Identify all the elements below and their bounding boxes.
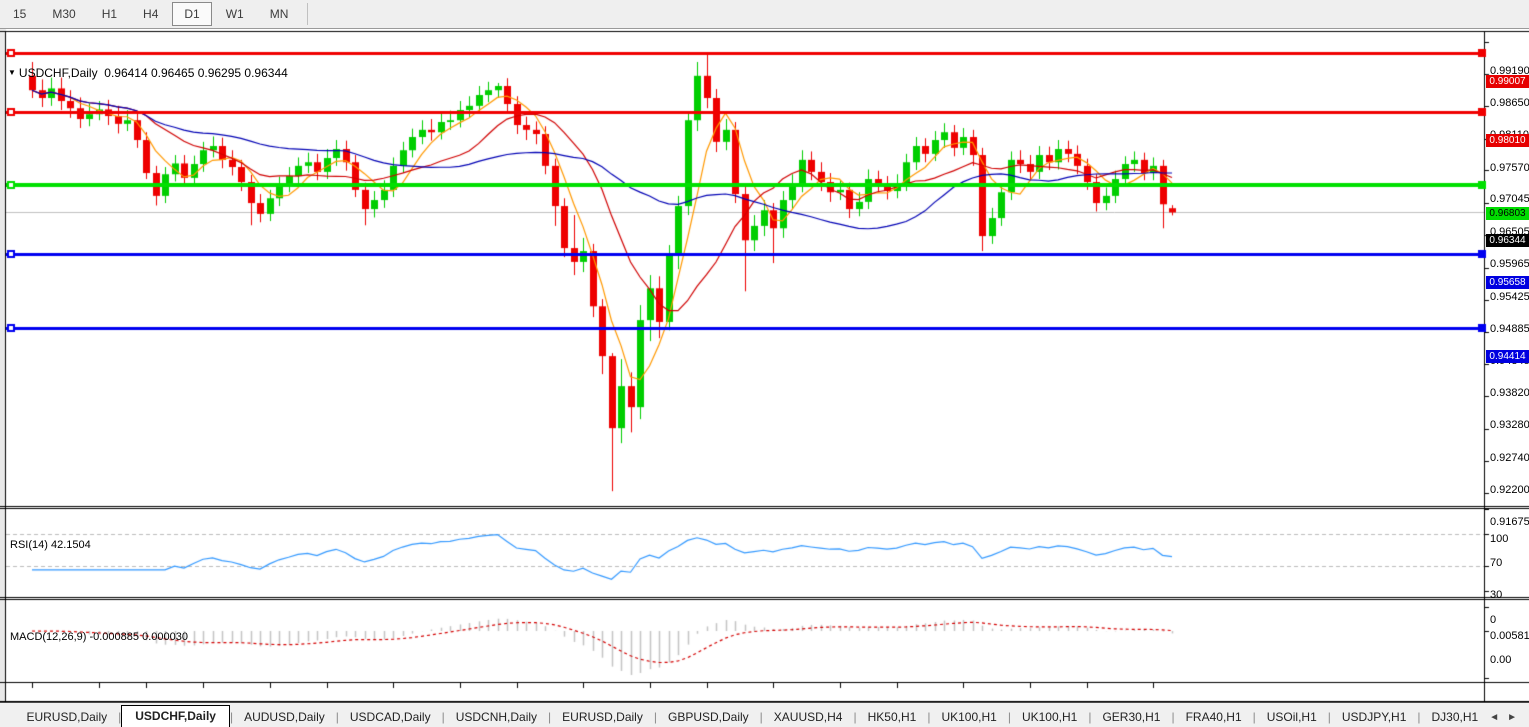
chart-title-ohlc: 0.96414 0.96465 0.96295 0.96344 — [104, 66, 288, 80]
tabs-scroll-left-icon[interactable]: ◄ — [1489, 712, 1499, 723]
rsi-tick-label: 70 — [1490, 557, 1502, 569]
chart-tab-fra40-h1[interactable]: FRA40,H1 — [1175, 707, 1253, 727]
chart-tab-hk50-h1[interactable]: HK50,H1 — [857, 707, 928, 727]
price-line-badge-0.99007[interactable]: 0.99007 — [1486, 75, 1529, 88]
timeframe-toolbar: 15M30H1H4D1W1MN — [0, 0, 1529, 29]
price-tick-label: 0.97045 — [1490, 193, 1529, 205]
chart-tab-usdcad-daily[interactable]: USDCAD,Daily — [339, 707, 442, 727]
chart-tab-usdchf-daily[interactable]: USDCHF,Daily — [121, 705, 230, 727]
chart-tab-ger30-h1[interactable]: GER30,H1 — [1091, 707, 1171, 727]
chart-tab-gbpusd-daily[interactable]: GBPUSD,Daily — [657, 707, 760, 727]
chart-tab-usdjpy-h1[interactable]: USDJPY,H1 — [1331, 707, 1417, 727]
chart-tab-xauusd-h4[interactable]: XAUUSD,H4 — [763, 707, 854, 727]
macd-tick-label: 0.00 — [1490, 654, 1511, 666]
chart-area: ▼USDCHF,Daily 0.96414 0.96465 0.96295 0.… — [0, 29, 1529, 702]
rsi-tick-label: 30 — [1490, 589, 1502, 601]
chart-title: ▼USDCHF,Daily 0.96414 0.96465 0.96295 0.… — [8, 66, 288, 80]
timeframe-button-H4[interactable]: H4 — [131, 2, 170, 26]
chart-tab-eurusd-daily[interactable]: EURUSD,Daily — [551, 707, 654, 727]
price-tick-label: 0.98650 — [1490, 97, 1529, 109]
current-price-badge[interactable]: 0.96344 — [1486, 234, 1529, 247]
price-tick-label: 0.93280 — [1490, 419, 1529, 431]
timeframe-button-D1[interactable]: D1 — [172, 2, 211, 26]
chart-tab-usoil-h1[interactable]: USOil,H1 — [1256, 707, 1328, 727]
price-tick-label: 0.95965 — [1490, 258, 1529, 270]
timeframe-button-MN[interactable]: MN — [258, 2, 301, 26]
tabs-scroll-right-icon[interactable]: ► — [1507, 712, 1517, 723]
timeframe-button-15[interactable]: 15 — [1, 2, 38, 26]
rsi-tick-label: 100 — [1490, 533, 1508, 545]
price-line-badge-0.96803[interactable]: 0.96803 — [1486, 207, 1529, 220]
chart-tabs: EURUSD,Daily|USDCHF,Daily|AUDUSD,Daily|U… — [15, 705, 1489, 727]
price-tick-label: 0.92200 — [1490, 484, 1529, 496]
rsi-tick-label: 0 — [1490, 614, 1496, 626]
toolbar-separator — [307, 3, 308, 25]
chart-tab-eurusd-daily[interactable]: EURUSD,Daily — [15, 707, 118, 727]
timeframe-button-H1[interactable]: H1 — [90, 2, 129, 26]
price-tick-label: 0.97570 — [1490, 162, 1529, 174]
price-line-badge-0.98010[interactable]: 0.98010 — [1486, 134, 1529, 147]
chart-tabs-bar: EURUSD,Daily|USDCHF,Daily|AUDUSD,Daily|U… — [0, 702, 1529, 727]
chart-title-symbol: USDCHF,Daily — [19, 66, 98, 80]
tabs-scroll-nav: ◄ ► — [1489, 712, 1529, 727]
chart-canvas[interactable] — [0, 29, 1529, 702]
chart-tab-usdcnh-daily[interactable]: USDCNH,Daily — [445, 707, 548, 727]
chart-tab-dj30-h1[interactable]: DJ30,H1 — [1421, 707, 1490, 727]
chart-tab-uk100-h1[interactable]: UK100,H1 — [1011, 707, 1088, 727]
price-tick-label: 0.92740 — [1490, 452, 1529, 464]
chart-tab-audusd-daily[interactable]: AUDUSD,Daily — [233, 707, 336, 727]
chart-tab-uk100-h1[interactable]: UK100,H1 — [930, 707, 1007, 727]
price-line-badge-0.95658[interactable]: 0.95658 — [1486, 276, 1529, 289]
price-tick-label: 0.95425 — [1490, 291, 1529, 303]
macd-tick-label: 0.005818 — [1490, 630, 1529, 642]
symbol-dropdown-icon[interactable]: ▼ — [8, 68, 16, 77]
price-line-badge-0.94414[interactable]: 0.94414 — [1486, 350, 1529, 363]
price-tick-label: 0.94885 — [1490, 323, 1529, 335]
mt4-window: 15M30H1H4D1W1MN ▼USDCHF,Daily 0.96414 0.… — [0, 0, 1529, 727]
price-tick-label: 0.91675 — [1490, 516, 1529, 528]
timeframe-button-W1[interactable]: W1 — [214, 2, 256, 26]
price-tick-label: 0.93820 — [1490, 387, 1529, 399]
timeframe-button-M30[interactable]: M30 — [40, 2, 87, 26]
